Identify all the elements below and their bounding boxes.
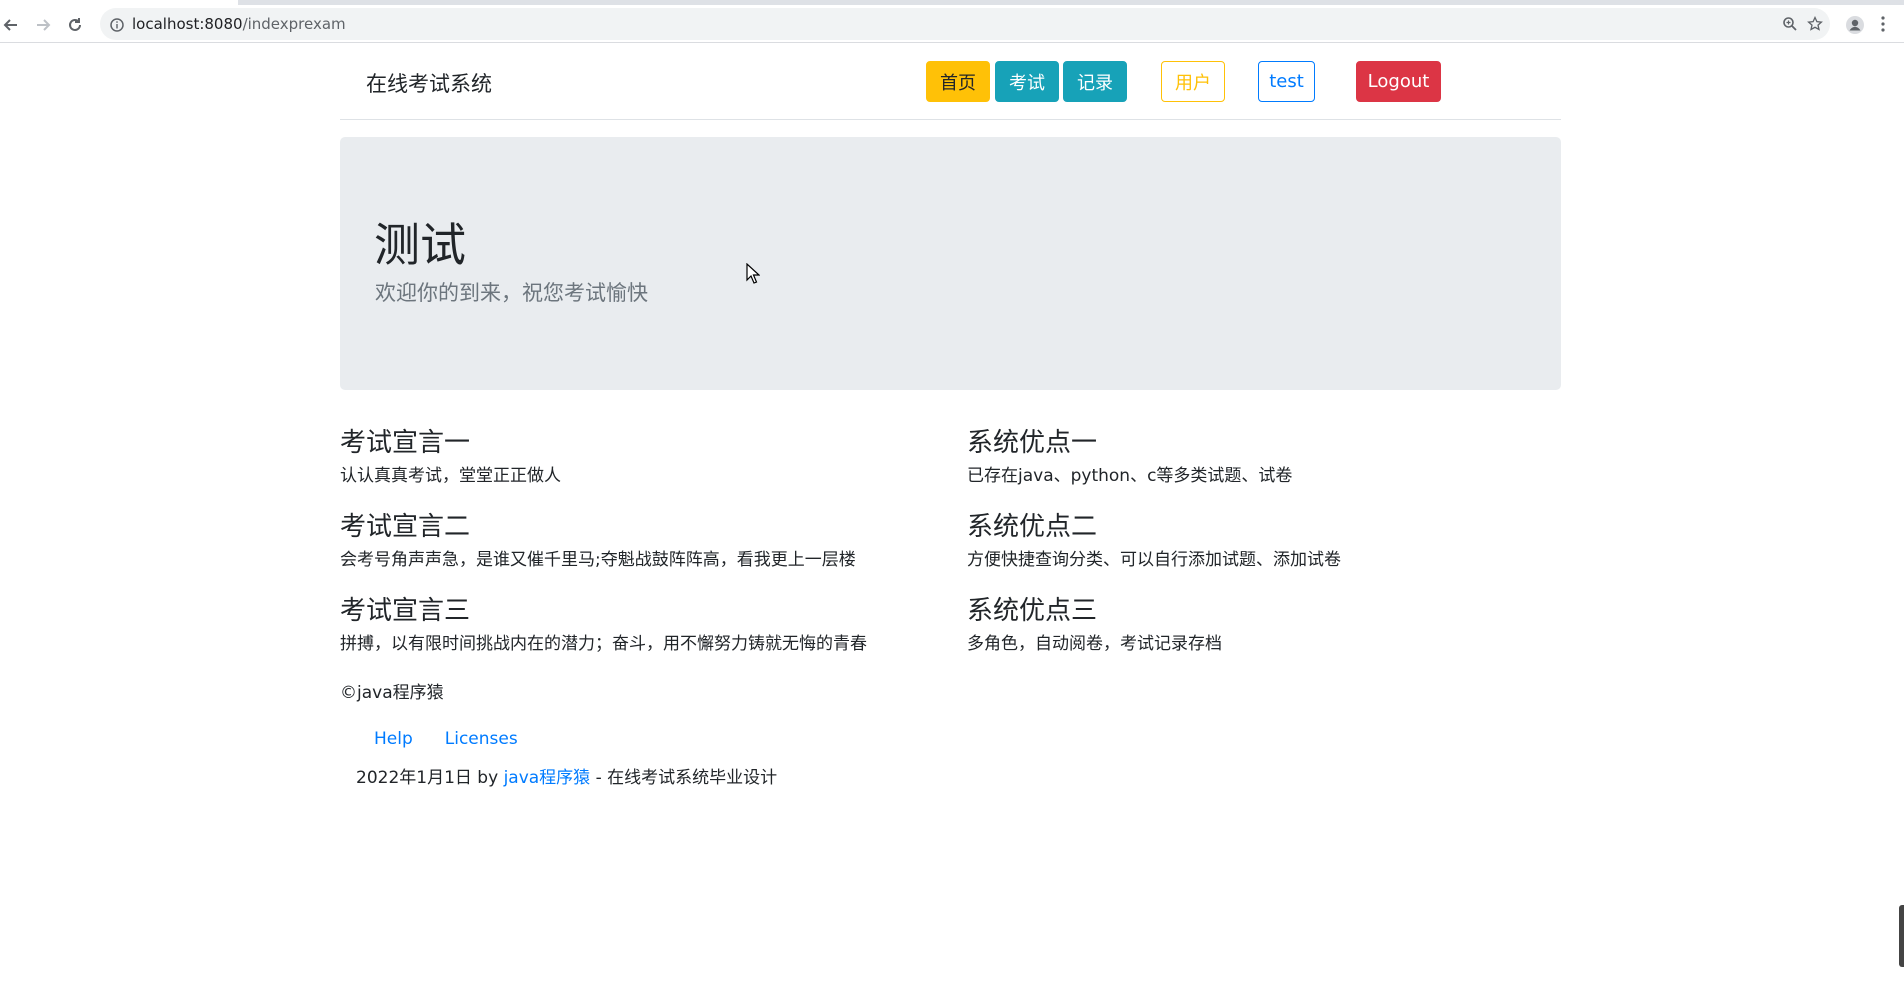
forward-icon[interactable] — [32, 14, 54, 36]
more-menu-icon[interactable] — [1880, 15, 1886, 37]
jumbotron-title: 测试 — [374, 218, 466, 272]
exam-button[interactable]: 考试 — [995, 61, 1059, 102]
advantage-text: 已存在java、python、c等多类试题、试卷 — [967, 466, 1293, 486]
url-host: localhost:8080 — [132, 15, 243, 33]
advantage-text: 方便快捷查询分类、可以自行添加试题、添加试卷 — [967, 550, 1341, 570]
zoom-icon[interactable] — [1782, 16, 1798, 36]
credit-description: - 在线考试系统毕业设计 — [590, 768, 778, 788]
url-path: /indexprexam — [242, 15, 346, 33]
advantage-heading: 系统优点二 — [967, 512, 1098, 542]
page-container: 在线考试系统 首页 考试 记录 用户 test Logout 测试 欢迎你的到来… — [340, 42, 1561, 788]
copyright-text: ©java程序猿 — [340, 683, 444, 703]
declaration-heading: 考试宣言二 — [340, 512, 471, 542]
scrollbar-thumb[interactable] — [1899, 905, 1904, 967]
back-icon[interactable] — [0, 14, 22, 36]
reload-icon[interactable] — [64, 14, 86, 36]
url-text[interactable]: localhost:8080/indexprexam — [132, 15, 346, 33]
advantage-item: 系统优点二 方便快捷查询分类、可以自行添加试题、添加试卷 — [967, 510, 1547, 594]
licenses-link[interactable]: Licenses — [445, 729, 518, 749]
welcome-jumbotron: 测试 欢迎你的到来，祝您考试愉快 — [340, 137, 1561, 390]
author-link[interactable]: java程序猿 — [504, 768, 591, 788]
brand-title[interactable]: 在线考试系统 — [366, 68, 492, 98]
declaration-heading: 考试宣言三 — [340, 596, 471, 626]
advantage-item: 系统优点三 多角色，自动阅卷，考试记录存档 — [967, 594, 1547, 678]
browser-toolbar: localhost:8080/indexprexam — [0, 5, 1904, 43]
footer-credit: 2022年1月1日 by java程序猿 - 在线考试系统毕业设计 — [356, 763, 777, 788]
home-button[interactable]: 首页 — [926, 61, 990, 102]
declaration-text: 会考号角声声急，是谁又催千里马;夺魁战鼓阵阵高，看我更上一层楼 — [340, 550, 856, 570]
profile-avatar-icon[interactable] — [1845, 15, 1865, 39]
credit-date: 2022年1月1日 by — [356, 768, 504, 788]
address-bar[interactable]: localhost:8080/indexprexam — [100, 8, 1830, 40]
jumbotron-subtitle: 欢迎你的到来，祝您考试愉快 — [375, 281, 648, 305]
exam-declarations-column: 考试宣言一 认认真真考试，堂堂正正做人 考试宣言二 会考号角声声急，是谁又催千里… — [340, 426, 920, 678]
advantage-text: 多角色，自动阅卷，考试记录存档 — [967, 634, 1222, 654]
username-button[interactable]: test — [1258, 61, 1315, 102]
help-link[interactable]: Help — [374, 729, 413, 749]
info-icon[interactable] — [110, 17, 124, 36]
declaration-item: 考试宣言三 拼搏，以有限时间挑战内在的潜力；奋斗，用不懈努力铸就无悔的青春 — [340, 594, 920, 678]
logout-button[interactable]: Logout — [1356, 61, 1441, 102]
user-button[interactable]: 用户 — [1161, 61, 1225, 102]
top-navbar: 在线考试系统 首页 考试 记录 用户 test Logout — [340, 42, 1561, 120]
records-button[interactable]: 记录 — [1063, 61, 1127, 102]
bookmark-star-icon[interactable] — [1807, 15, 1823, 36]
declaration-heading: 考试宣言一 — [340, 428, 471, 458]
declaration-item: 考试宣言一 认认真真考试，堂堂正正做人 — [340, 426, 920, 510]
system-advantages-column: 系统优点一 已存在java、python、c等多类试题、试卷 系统优点二 方便快… — [967, 426, 1547, 678]
declaration-text: 认认真真考试，堂堂正正做人 — [340, 466, 561, 486]
declaration-item: 考试宣言二 会考号角声声急，是谁又催千里马;夺魁战鼓阵阵高，看我更上一层楼 — [340, 510, 920, 594]
mouse-cursor-icon — [746, 262, 761, 289]
advantage-item: 系统优点一 已存在java、python、c等多类试题、试卷 — [967, 426, 1547, 510]
footer-links: Help Licenses — [374, 729, 550, 749]
declaration-text: 拼搏，以有限时间挑战内在的潜力；奋斗，用不懈努力铸就无悔的青春 — [340, 634, 867, 654]
advantage-heading: 系统优点一 — [967, 428, 1098, 458]
advantage-heading: 系统优点三 — [967, 596, 1098, 626]
